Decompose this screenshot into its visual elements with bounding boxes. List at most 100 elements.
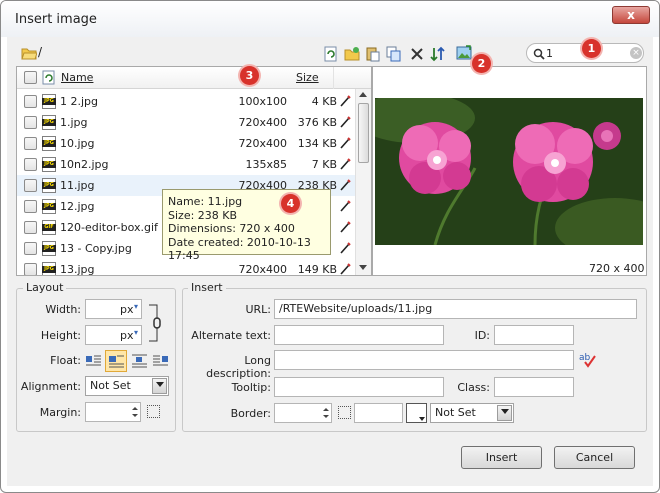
row-checkbox[interactable] bbox=[24, 137, 37, 150]
jpg-file-icon: JPG bbox=[42, 262, 56, 275]
dropdown-arrow-icon[interactable] bbox=[497, 405, 512, 421]
row-checkbox[interactable] bbox=[24, 179, 37, 192]
border-style-select[interactable]: Not Set bbox=[430, 403, 514, 423]
float-right-icon[interactable] bbox=[151, 351, 171, 371]
float-center-icon[interactable] bbox=[129, 351, 149, 371]
border-style-value: Not Set bbox=[435, 406, 476, 419]
clear-search-icon[interactable]: × bbox=[630, 47, 642, 59]
file-dimensions: 720x400 bbox=[238, 263, 287, 276]
edit-pencil-icon[interactable] bbox=[339, 116, 351, 128]
alignment-value: Not Set bbox=[90, 379, 131, 392]
file-row[interactable]: JPG 10n2.jpg 135x85 7 KB bbox=[17, 154, 355, 175]
preview-dimensions: 720 x 400 bbox=[589, 262, 645, 275]
row-checkbox[interactable] bbox=[24, 242, 37, 255]
float-none-icon[interactable] bbox=[105, 350, 127, 372]
delete-icon[interactable] bbox=[409, 46, 425, 62]
file-dimensions: 135x85 bbox=[245, 158, 287, 171]
file-name: 11.jpg bbox=[60, 179, 95, 192]
url-input[interactable]: /RTEWebsite/uploads/11.jpg bbox=[274, 299, 637, 319]
spellcheck-icon[interactable]: ab bbox=[579, 350, 597, 368]
edit-pencil-icon[interactable] bbox=[339, 158, 351, 170]
close-button[interactable]: x bbox=[612, 6, 650, 24]
edit-pencil-icon[interactable] bbox=[339, 242, 351, 254]
preview-image bbox=[375, 98, 643, 245]
row-checkbox[interactable] bbox=[24, 95, 37, 108]
edit-pencil-icon[interactable] bbox=[339, 137, 351, 149]
file-row[interactable]: JPG 1 2.jpg 100x100 4 KB bbox=[17, 91, 355, 112]
chevron-down-icon[interactable]: ▾ bbox=[134, 328, 138, 337]
class-label: Class: bbox=[457, 381, 490, 394]
edit-pencil-icon[interactable] bbox=[339, 95, 351, 107]
file-dimensions: 100x100 bbox=[238, 95, 287, 108]
callout-badge-3: 3 bbox=[240, 66, 259, 85]
width-input[interactable]: px ▾ bbox=[85, 299, 142, 319]
column-header-size[interactable]: Size bbox=[296, 71, 319, 84]
row-checkbox[interactable] bbox=[24, 263, 37, 275]
column-header-name[interactable]: Name bbox=[61, 71, 93, 84]
open-folder-icon[interactable] bbox=[21, 45, 38, 61]
callout-badge-2: 2 bbox=[472, 54, 491, 73]
width-unit: px bbox=[120, 303, 134, 316]
scroll-up-icon[interactable] bbox=[359, 92, 367, 97]
cancel-button[interactable]: Cancel bbox=[554, 446, 635, 469]
float-left-icon[interactable] bbox=[83, 351, 103, 371]
tooltip-created: Date created: 2010-10-13 17:45 bbox=[168, 235, 311, 263]
alignment-select[interactable]: Not Set bbox=[85, 376, 169, 396]
sort-icon[interactable] bbox=[430, 46, 446, 62]
file-dimensions: 720x400 bbox=[238, 137, 287, 150]
row-checkbox[interactable] bbox=[24, 221, 37, 234]
file-list-scrollbar[interactable] bbox=[355, 89, 371, 275]
current-path: / bbox=[38, 45, 43, 59]
svg-text:ab: ab bbox=[579, 353, 591, 363]
file-row[interactable]: JPG 10.jpg 720x400 134 KB bbox=[17, 133, 355, 154]
edit-pencil-icon[interactable] bbox=[339, 200, 351, 212]
callout-badge-4: 4 bbox=[281, 194, 300, 213]
copy-icon[interactable] bbox=[386, 46, 402, 62]
border-width-stepper[interactable] bbox=[320, 403, 332, 423]
class-input[interactable] bbox=[494, 377, 574, 397]
id-input[interactable] bbox=[494, 325, 574, 345]
upload-image-icon[interactable] bbox=[456, 45, 472, 61]
row-checkbox[interactable] bbox=[24, 158, 37, 171]
insert-legend: Insert bbox=[188, 281, 226, 294]
alignment-label: Alignment: bbox=[20, 380, 81, 393]
border-box-icon[interactable] bbox=[338, 406, 351, 419]
row-checkbox[interactable] bbox=[24, 116, 37, 129]
select-all-checkbox[interactable] bbox=[24, 71, 37, 84]
edit-pencil-icon[interactable] bbox=[339, 263, 351, 275]
refresh-list-icon[interactable] bbox=[42, 70, 56, 85]
alternate-text-label: Alternate text: bbox=[191, 329, 271, 342]
tooltip-dimensions: Dimensions: 720 x 400 bbox=[168, 222, 295, 235]
jpg-file-icon: JPG bbox=[42, 178, 56, 193]
file-name: 10.jpg bbox=[60, 137, 95, 150]
edit-pencil-icon[interactable] bbox=[339, 179, 351, 191]
alternate-text-input[interactable] bbox=[274, 325, 444, 345]
long-description-input[interactable] bbox=[274, 350, 574, 370]
file-row[interactable]: JPG 1.jpg 720x400 376 KB bbox=[17, 112, 355, 133]
tooltip-label: Tooltip: bbox=[231, 381, 271, 394]
tooltip-input[interactable] bbox=[274, 377, 444, 397]
file-name: 13.jpg bbox=[60, 263, 95, 276]
tooltip-name: Name: 11.jpg bbox=[168, 195, 243, 208]
jpg-file-icon: JPG bbox=[42, 199, 56, 214]
margin-box-icon[interactable] bbox=[147, 405, 160, 418]
border-color-input[interactable] bbox=[354, 403, 403, 423]
file-size: 149 KB bbox=[297, 263, 337, 276]
dropdown-arrow-icon[interactable] bbox=[152, 378, 167, 394]
row-checkbox[interactable] bbox=[24, 200, 37, 213]
insert-image-dialog: Insert image x / 1 × Name Size JPG 1 2.j… bbox=[0, 0, 660, 493]
refresh-icon[interactable] bbox=[323, 46, 339, 62]
margin-stepper[interactable] bbox=[129, 402, 141, 422]
dialog-title: Insert image bbox=[15, 12, 97, 27]
paste-icon[interactable] bbox=[365, 46, 381, 62]
new-folder-icon[interactable] bbox=[344, 46, 360, 62]
edit-pencil-icon[interactable] bbox=[339, 221, 351, 233]
border-color-picker[interactable] bbox=[406, 403, 427, 423]
scroll-down-icon[interactable] bbox=[359, 265, 367, 270]
constrain-proportions-icon[interactable] bbox=[147, 301, 163, 345]
height-input[interactable]: px ▾ bbox=[85, 325, 142, 345]
chevron-down-icon[interactable]: ▾ bbox=[134, 302, 138, 311]
insert-button[interactable]: Insert bbox=[461, 446, 542, 469]
scroll-thumb[interactable] bbox=[358, 103, 369, 163]
file-info-tooltip: Name: 11.jpg Size: 238 KB Dimensions: 72… bbox=[162, 189, 331, 262]
